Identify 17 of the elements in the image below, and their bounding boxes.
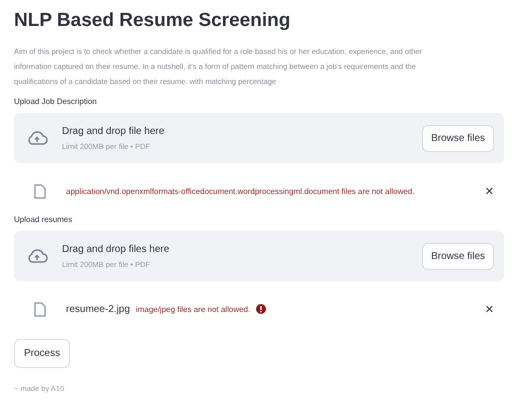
upload-label: Upload Job Description [14, 97, 98, 106]
file-name: resumee-2.jpg [66, 304, 130, 314]
drop-instruction: Drag and drop files here [62, 244, 170, 254]
upload-label: Upload resumes [14, 215, 74, 224]
error-message: application/vnd.openxmlformats-officedocument.wordprocessingml.document files are not allowed. [66, 186, 414, 196]
browse-files-button[interactable]: Browse files [422, 242, 494, 270]
page-title: NLP Based Resume Screening [14, 10, 292, 32]
process-button[interactable]: Process [14, 339, 70, 368]
close-button[interactable]: ✕ [484, 184, 494, 198]
file-icon [34, 302, 46, 316]
close-button[interactable]: ✕ [484, 302, 494, 316]
cloud-upload-icon [26, 248, 48, 264]
file-icon [34, 184, 46, 198]
cloud-upload-icon [26, 130, 48, 146]
error-message: image/jpeg files are not allowed. [136, 304, 250, 314]
drop-instruction: Drag and drop file here [62, 126, 166, 136]
browse-files-button[interactable]: Browse files [422, 124, 494, 152]
